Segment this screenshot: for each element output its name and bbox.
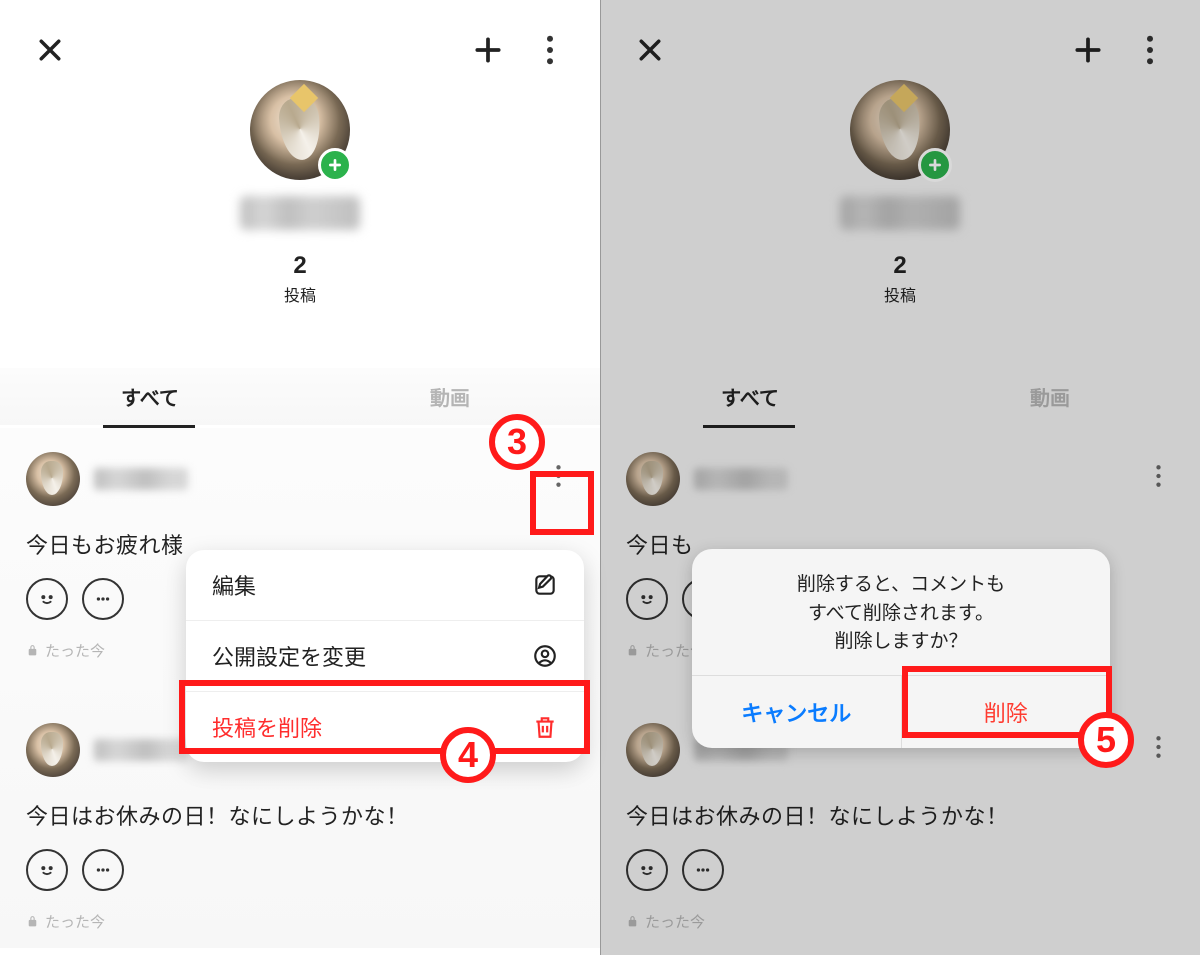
more-vertical-icon[interactable] xyxy=(528,28,572,72)
screen-step-3-4: 2 投稿 すべて 動画 今日もお疲れ様 xyxy=(0,0,600,955)
post-text: 今日はお休みの日！なにしようかな！ xyxy=(26,799,574,831)
post-avatar[interactable] xyxy=(26,452,80,506)
menu-delete[interactable]: 投稿を削除 xyxy=(186,692,584,762)
top-bar xyxy=(600,0,1200,80)
reaction-icon[interactable] xyxy=(626,578,668,620)
post-author-blurred xyxy=(694,468,788,490)
add-icon[interactable] xyxy=(1066,28,1110,72)
username-blurred xyxy=(240,196,360,230)
screen-step-5: 2 投稿 すべて 動画 今日も xyxy=(600,0,1200,955)
post-time: たった今 xyxy=(26,911,574,932)
post-avatar[interactable] xyxy=(626,723,680,777)
post-author-blurred xyxy=(94,468,188,490)
close-icon[interactable] xyxy=(28,28,72,72)
screen-divider xyxy=(600,0,601,955)
username-blurred xyxy=(840,196,960,230)
post-actions xyxy=(626,849,1174,891)
add-icon[interactable] xyxy=(466,28,510,72)
tab-video[interactable]: 動画 xyxy=(300,368,600,425)
tab-all[interactable]: すべて xyxy=(0,368,300,425)
comment-icon[interactable] xyxy=(82,849,124,891)
post-more-icon[interactable] xyxy=(1140,458,1176,494)
annotation-badge-5: 5 xyxy=(1078,712,1134,768)
post-actions-menu: 編集 公開設定を変更 投稿を削除 xyxy=(186,550,584,762)
reaction-icon[interactable] xyxy=(26,849,68,891)
post-more-icon[interactable] xyxy=(1140,729,1176,765)
post-author-blurred xyxy=(94,739,188,761)
annotation-badge-3: 3 xyxy=(489,414,545,470)
delete-confirm-alert: 削除すると、コメントも すべて削除されます。 削除しますか？ キャンセル 削除 xyxy=(692,549,1110,748)
post-avatar[interactable] xyxy=(26,723,80,777)
post-text: 今日はお休みの日！なにしようかな！ xyxy=(626,799,1174,831)
alert-message: 削除すると、コメントも すべて削除されます。 削除しますか？ xyxy=(692,549,1110,675)
menu-edit[interactable]: 編集 xyxy=(186,550,584,621)
tab-all[interactable]: すべて xyxy=(600,368,900,425)
menu-privacy[interactable]: 公開設定を変更 xyxy=(186,621,584,692)
post-actions xyxy=(26,849,574,891)
add-story-badge[interactable] xyxy=(918,148,952,182)
tabs: すべて 動画 xyxy=(600,368,1200,425)
reaction-icon[interactable] xyxy=(26,578,68,620)
top-bar xyxy=(0,0,600,80)
post-avatar[interactable] xyxy=(626,452,680,506)
reaction-icon[interactable] xyxy=(626,849,668,891)
comment-icon[interactable] xyxy=(682,849,724,891)
alert-cancel-button[interactable]: キャンセル xyxy=(692,676,902,748)
post-count: 2 投稿 xyxy=(284,252,316,306)
post-more-icon[interactable] xyxy=(540,458,576,494)
tab-video[interactable]: 動画 xyxy=(900,368,1200,425)
annotation-badge-4: 4 xyxy=(440,727,496,783)
profile-header: 2 投稿 xyxy=(0,80,600,306)
add-story-badge[interactable] xyxy=(318,148,352,182)
post-count: 2 投稿 xyxy=(884,252,916,306)
profile-header: 2 投稿 xyxy=(600,80,1200,306)
post-time: たった今 xyxy=(626,911,1174,932)
close-icon[interactable] xyxy=(628,28,672,72)
more-vertical-icon[interactable] xyxy=(1128,28,1172,72)
comment-icon[interactable] xyxy=(82,578,124,620)
avatar[interactable] xyxy=(850,80,950,180)
avatar[interactable] xyxy=(250,80,350,180)
